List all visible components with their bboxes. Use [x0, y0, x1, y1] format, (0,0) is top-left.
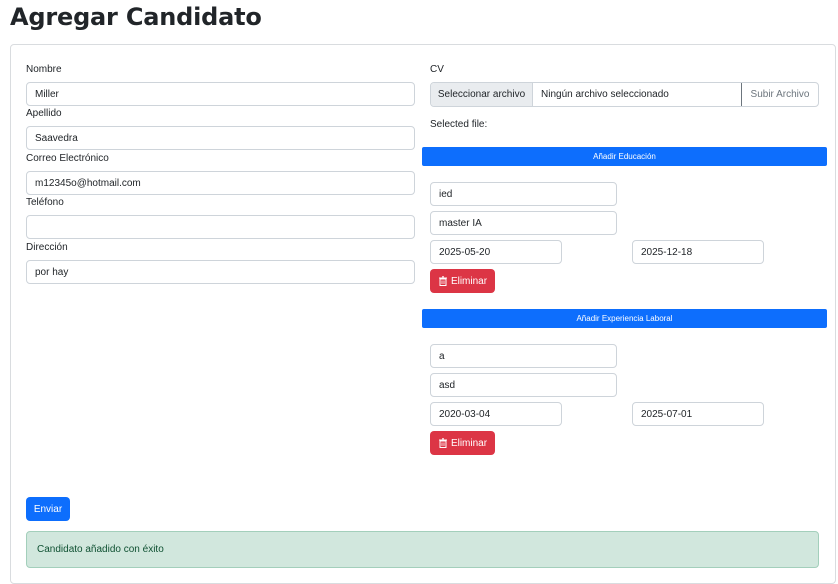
delete-experience-button[interactable]: Eliminar	[430, 431, 495, 455]
correo-input[interactable]: m12345o@hotmail.com	[26, 171, 415, 195]
add-education-button[interactable]: Añadir Educación	[422, 147, 827, 166]
correo-label: Correo Electrónico	[26, 153, 109, 164]
delete-experience-label: Eliminar	[450, 437, 488, 449]
education-title-input[interactable]: master IA	[430, 211, 617, 235]
education-end-date-input[interactable]: 2025-12-18	[632, 240, 764, 264]
nombre-input[interactable]: Miller	[26, 82, 415, 106]
delete-education-label: Eliminar	[450, 275, 488, 287]
direccion-input[interactable]: por hay	[26, 260, 415, 284]
upload-file-button[interactable]: Subir Archivo	[741, 83, 818, 106]
direccion-label: Dirección	[26, 242, 68, 253]
success-alert: Candidato añadido con éxito	[26, 531, 819, 568]
nombre-label: Nombre	[26, 64, 62, 75]
experience-end-date-input[interactable]: 2025-07-01	[632, 402, 764, 426]
experience-company-input[interactable]: a	[430, 344, 617, 368]
submit-button[interactable]: Enviar	[26, 497, 70, 521]
apellido-label: Apellido	[26, 108, 62, 119]
apellido-input[interactable]: Saavedra	[26, 126, 415, 150]
experience-start-date-input[interactable]: 2020-03-04	[430, 402, 562, 426]
cv-label: CV	[430, 64, 444, 75]
cv-file-input: Seleccionar archivo Ningún archivo selec…	[430, 82, 819, 107]
delete-education-button[interactable]: Eliminar	[430, 269, 495, 293]
add-experience-button[interactable]: Añadir Experiencia Laboral	[422, 309, 827, 328]
telefono-label: Teléfono	[26, 197, 64, 208]
choose-file-button[interactable]: Seleccionar archivo	[431, 83, 533, 106]
selected-file-label: Selected file:	[430, 119, 488, 130]
experience-position-input[interactable]: asd	[430, 373, 617, 397]
education-start-date-input[interactable]: 2025-05-20	[430, 240, 562, 264]
page-title: Agregar Candidato	[10, 3, 262, 31]
trash-icon	[438, 276, 447, 286]
trash-icon	[438, 438, 447, 448]
education-institution-input[interactable]: ied	[430, 182, 617, 206]
file-status: Ningún archivo seleccionado	[541, 89, 669, 100]
telefono-input[interactable]	[26, 215, 415, 239]
